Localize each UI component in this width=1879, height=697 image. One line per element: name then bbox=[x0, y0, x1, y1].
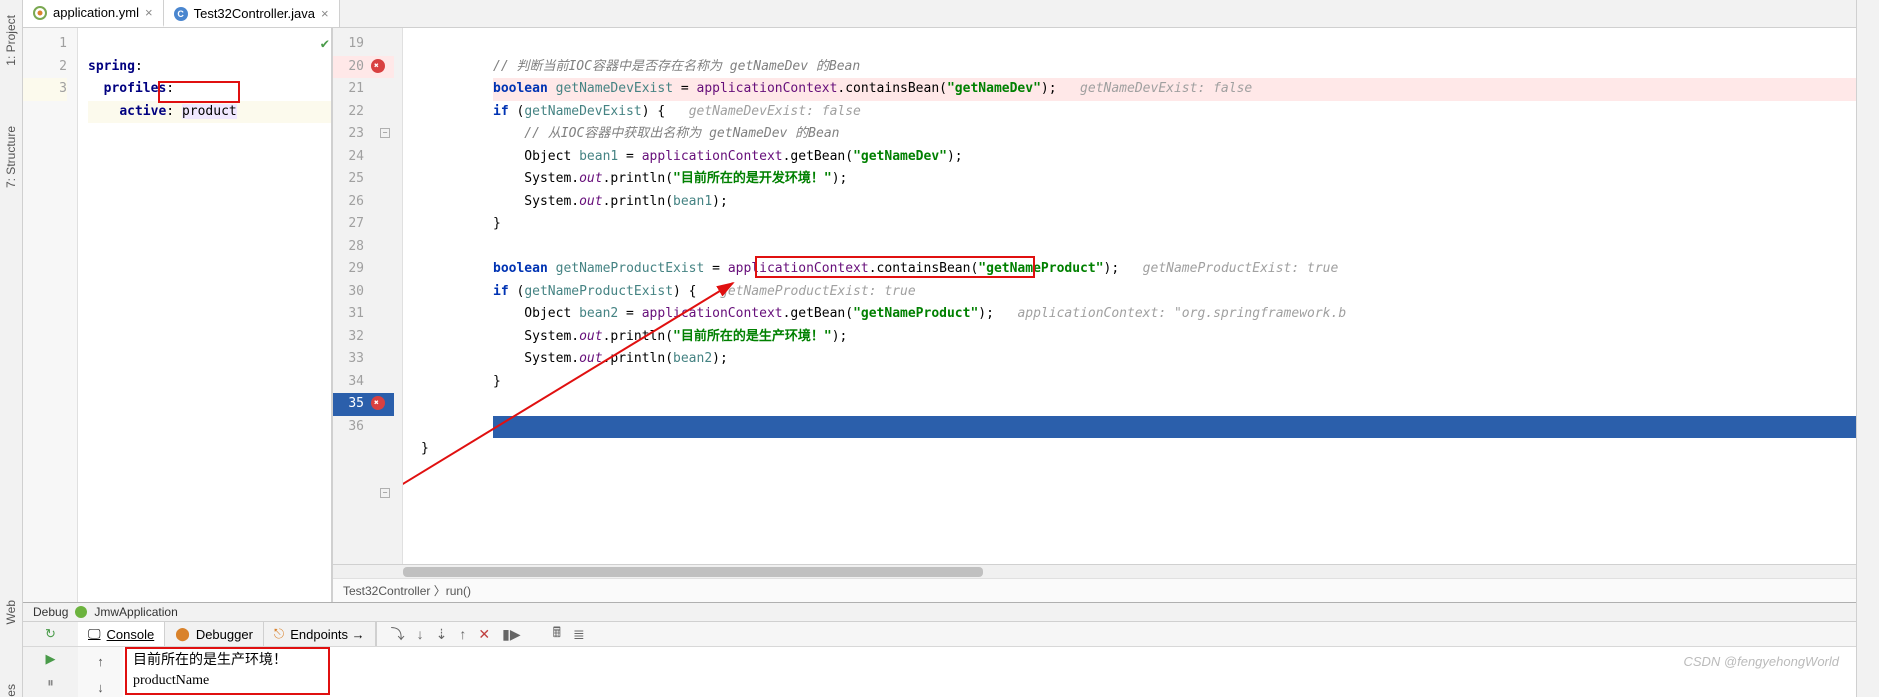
breadcrumb[interactable]: Test32Controller 〉run() bbox=[333, 578, 1856, 602]
inline-hint: getNameDevExist: false bbox=[689, 104, 861, 119]
fold-icon[interactable]: − bbox=[380, 488, 390, 498]
editor-yml[interactable]: 1 2 3 ✔spring: profiles: active: product bbox=[23, 28, 333, 602]
toggle-icon[interactable]: ≣ bbox=[573, 626, 585, 643]
force-step-into-icon[interactable]: ⇣ bbox=[436, 626, 448, 643]
down-icon[interactable]: ↓ bbox=[91, 677, 111, 697]
yml-value-product: product bbox=[182, 104, 237, 119]
check-icon: ✔ bbox=[321, 33, 329, 56]
yml-key: spring bbox=[88, 59, 135, 74]
sidetool-es[interactable]: es bbox=[4, 684, 18, 697]
rerun-icon[interactable]: ↻ bbox=[41, 624, 61, 644]
error-icon[interactable] bbox=[371, 59, 385, 73]
up-icon[interactable]: ↑ bbox=[91, 651, 111, 671]
tab-label: Test32Controller.java bbox=[194, 6, 315, 21]
debug-step-toolbar: ⤵ ↓ ⇣ ↑ ✕ ▮▶ 🖩 ≣ bbox=[376, 622, 599, 646]
horizontal-scrollbar[interactable] bbox=[333, 564, 1856, 578]
yml-key: active bbox=[119, 104, 166, 119]
step-over-icon[interactable]: ⤵ bbox=[391, 624, 405, 644]
line-number: 3 bbox=[23, 78, 67, 101]
debug-tab-endpoints[interactable]: ⎋ Endpoints → bbox=[264, 622, 376, 646]
code-yml[interactable]: ✔spring: profiles: active: product bbox=[78, 28, 331, 602]
gutter-right: 19 20 21− 22 23 24 25 26 27 28 29− 30 bbox=[333, 28, 403, 564]
editor-tabs: application.yml × C Test32Controller.jav… bbox=[23, 0, 1856, 28]
debug-tab-debugger[interactable]: ⬤ Debugger bbox=[165, 622, 264, 646]
console-icon: 🖵 bbox=[88, 626, 101, 642]
close-icon[interactable]: × bbox=[145, 5, 153, 20]
drop-frame-icon[interactable]: ✕ bbox=[478, 626, 490, 643]
line-number: 1 bbox=[23, 33, 67, 56]
sidetool-web[interactable]: Web bbox=[4, 600, 18, 624]
debug-header: Debug JmwApplication bbox=[23, 603, 1856, 622]
inline-hint: getNameProductExist: true bbox=[720, 284, 916, 299]
java-class-icon: C bbox=[174, 7, 188, 21]
console-line: 目前所在的是生产环境！ bbox=[133, 651, 1846, 671]
sidetool-project[interactable]: 1: Project bbox=[4, 15, 18, 66]
inline-hint: getNameProductExist: true bbox=[1143, 261, 1339, 276]
sidetool-structure[interactable]: 7: Structure bbox=[4, 126, 18, 188]
left-toolbar: 1: Project 7: Structure Web es bbox=[0, 0, 23, 697]
endpoints-icon: ⎋ bbox=[274, 626, 284, 642]
tab-application-yml[interactable]: application.yml × bbox=[23, 0, 164, 27]
comment: // 从IOC容器中获取出名称为 getNameDev 的Bean bbox=[493, 126, 840, 141]
step-out-icon[interactable]: ↑ bbox=[459, 626, 466, 642]
debug-panel: Debug JmwApplication ↻ 🖵 Console ⬤ Debug… bbox=[23, 602, 1856, 697]
close-icon[interactable]: × bbox=[321, 6, 329, 21]
inline-hint: getNameDevExist: false bbox=[1080, 81, 1252, 96]
gutter-left: 1 2 3 bbox=[23, 28, 78, 602]
yml-key: profiles bbox=[104, 81, 167, 96]
debug-toolbar-row: ↻ 🖵 Console ⬤ Debugger ⎋ Endpoints → bbox=[23, 622, 1856, 647]
pause-icon[interactable]: ⏸ bbox=[41, 673, 61, 693]
comment: // 判断当前IOC容器中是否存在名称为 getNameDev 的Bean bbox=[493, 59, 860, 74]
console-body: ▶ ⏸ ↑ ↓ 目前所在的是生产环境！ productName bbox=[23, 647, 1856, 697]
scroll-thumb[interactable] bbox=[403, 567, 983, 577]
console-line: productName bbox=[133, 671, 1846, 691]
code-java[interactable]: // 判断当前IOC容器中是否存在名称为 getNameDev 的Bean bo… bbox=[403, 28, 1856, 564]
inline-hint: applicationContext: "org.springframework… bbox=[1017, 306, 1346, 321]
error-icon[interactable] bbox=[371, 396, 385, 410]
watermark: CSDN @fengyehongWorld bbox=[1683, 654, 1839, 669]
debug-tabs: 🖵 Console ⬤ Debugger ⎋ Endpoints → bbox=[78, 622, 376, 646]
editor-java[interactable]: 19 20 21− 22 23 24 25 26 27 28 29− 30 bbox=[333, 28, 1856, 602]
bug-icon: ⬤ bbox=[175, 626, 190, 642]
debug-left-toolbar: ↻ bbox=[23, 622, 78, 646]
cursor-line bbox=[493, 416, 1856, 438]
tab-test32controller[interactable]: C Test32Controller.java × bbox=[164, 0, 340, 27]
spring-icon bbox=[74, 605, 88, 619]
evaluate-icon[interactable]: 🖩 bbox=[553, 622, 561, 646]
debug-tab-console[interactable]: 🖵 Console bbox=[78, 622, 165, 646]
step-into-icon[interactable]: ↓ bbox=[417, 626, 424, 642]
yml-icon bbox=[33, 6, 47, 20]
console-left-toolbar: ▶ ⏸ bbox=[23, 647, 78, 697]
right-toolbar bbox=[1856, 0, 1879, 697]
tab-label: application.yml bbox=[53, 5, 139, 20]
line-number: 2 bbox=[23, 56, 67, 79]
debug-app-name: JmwApplication bbox=[94, 605, 177, 619]
run-to-cursor-icon[interactable]: ▮▶ bbox=[502, 626, 520, 643]
resume-icon[interactable]: ▶ bbox=[41, 649, 61, 669]
console-output[interactable]: 目前所在的是生产环境！ productName bbox=[123, 647, 1856, 697]
